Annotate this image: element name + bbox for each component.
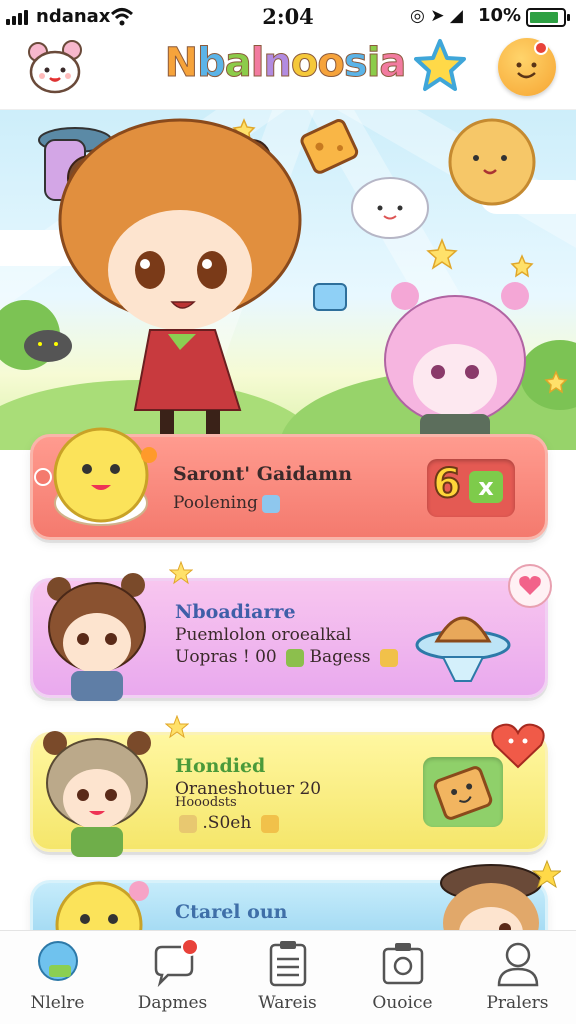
card-subtitle-text: Poolening [173, 493, 258, 513]
brown-hair-girl-avatar [47, 573, 146, 701]
card-subtitle: Poolening [173, 493, 280, 513]
multiplier-x: x [469, 471, 503, 503]
clipboard-icon [269, 941, 307, 987]
mascot-menu-icon[interactable] [24, 38, 86, 96]
battery-percent: 10% [478, 5, 522, 26]
bear-ear-girl-avatar [43, 731, 151, 857]
ufo-icon [415, 616, 511, 682]
bottom-nav: Nlelre Dapmes Wareis Ouoice Pralers [0, 930, 576, 1024]
pink-character [384, 282, 529, 450]
nav-label: Pralers [486, 993, 549, 1013]
cat-sticker [24, 330, 72, 362]
coin-icon [379, 648, 398, 667]
location-icon: ➤ [430, 6, 445, 26]
multiplier-value: 6 [432, 460, 462, 508]
featured-card-3[interactable]: Hondied Oraneshotuer 20 Hooodsts .S0eh [30, 715, 548, 857]
nav-label: Wareis [258, 993, 317, 1013]
card-title: Ctarel oun [175, 901, 288, 923]
star-icon [414, 39, 466, 91]
notification-dot-icon [181, 939, 199, 956]
nav-item-clipboard[interactable]: Wareis [230, 931, 345, 1024]
battery-icon [526, 8, 570, 27]
status-icons: ◎ ➤ ◢ [410, 6, 463, 26]
nav-label: Nlelre [30, 993, 85, 1013]
app-header: Nbalnoosia [0, 34, 576, 110]
heart-chat-icon[interactable] [487, 719, 549, 771]
nav-item-camera[interactable]: Ouoice [345, 931, 460, 1024]
ticket-icon [179, 814, 197, 833]
card-line-1: Puemlolon oroealkal [175, 625, 352, 645]
nav-item-profile[interactable]: Pralers [460, 931, 575, 1024]
featured-card-1[interactable]: Saront' Gaidamn Poolening 6 x [30, 427, 548, 540]
card-line-2b-text: Bagess [309, 647, 371, 667]
nav-label: Dapmes [137, 993, 208, 1013]
main-character [58, 118, 302, 436]
card-line-3: .S0eh [175, 813, 279, 833]
bag-sticker [313, 283, 347, 311]
egg-mascot-icon [34, 427, 157, 526]
cheese-sticker [300, 119, 359, 174]
coin-icon [260, 814, 279, 833]
profile-icon [497, 942, 539, 987]
nav-item-chat[interactable]: Dapmes [115, 931, 230, 1024]
multiplier-badge[interactable]: 6 x [427, 459, 515, 517]
leaf-icon [286, 648, 305, 667]
chat-icon [154, 939, 199, 988]
featured-card-2[interactable]: Nboadiarre Puemlolon oroealkal Uopras ! … [30, 561, 552, 701]
status-bar: ndanax 2:04 ◎ ➤ ◢ 10% [0, 0, 576, 34]
card-line-2: Hooodsts [175, 795, 237, 810]
cloud-sticker [351, 177, 429, 239]
star-icon [165, 715, 189, 739]
smiley-face-icon [516, 41, 548, 79]
card-line-3-text: .S0eh [202, 813, 252, 833]
card-line-2-text: Uopras ! 00 [175, 647, 277, 667]
home-icon [38, 941, 78, 981]
star-icon [169, 561, 193, 585]
card-title: Saront' Gaidamn [173, 463, 353, 485]
navigation-icon: ◢ [449, 6, 463, 26]
app-title: Nbalnoosia [164, 40, 407, 87]
smiley-profile-button[interactable] [498, 38, 556, 96]
card-title: Nboadiarre [175, 601, 296, 623]
nav-label: Ouoice [372, 993, 433, 1013]
nav-item-home[interactable]: Nlelre [0, 931, 115, 1024]
cookie-sticker [448, 118, 536, 206]
card-title: Hondied [175, 755, 266, 777]
heart-badge-icon[interactable] [507, 563, 553, 609]
camera-icon [382, 943, 424, 985]
diamond-icon [261, 494, 280, 513]
card-line-2: Uopras ! 00 Bagess [175, 647, 398, 667]
rotation-lock-icon: ◎ [410, 6, 425, 26]
